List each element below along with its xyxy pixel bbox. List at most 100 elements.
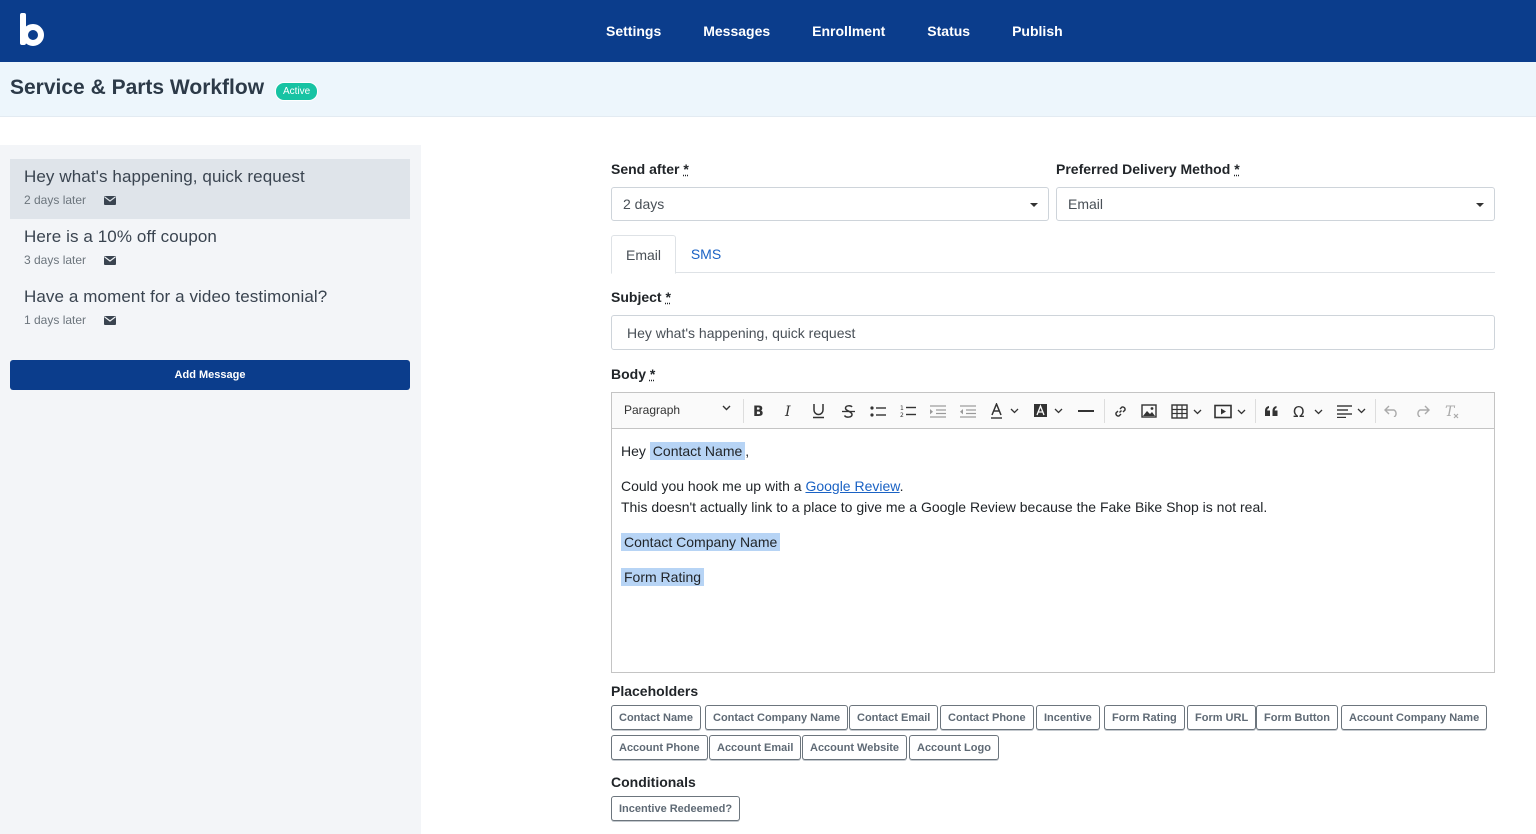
- text-align-icon[interactable]: [1336, 402, 1370, 420]
- placeholder-chip-account-email[interactable]: Account Email: [709, 735, 802, 760]
- table-icon[interactable]: [1171, 402, 1205, 420]
- message-meta: 3 days later: [24, 253, 396, 267]
- svg-text:1: 1: [900, 405, 904, 412]
- toolbar-separator: [1375, 399, 1376, 423]
- remove-format-icon[interactable]: T: [1444, 402, 1460, 420]
- send-after-label: Send after *: [611, 161, 689, 177]
- conditionals-label: Conditionals: [611, 774, 696, 790]
- placeholder-token[interactable]: Contact Company Name: [621, 533, 781, 551]
- rich-text-editor: Paragraph B I 12 Ω T Hey Contact Name, C…: [611, 392, 1495, 673]
- line1-suffix: .: [899, 478, 904, 494]
- placeholder-chip-form-button[interactable]: Form Button: [1256, 705, 1338, 730]
- send-after-value: 2 days: [623, 196, 665, 212]
- message-title: Here is a 10% off coupon: [24, 227, 217, 246]
- redo-icon[interactable]: [1414, 402, 1430, 420]
- placeholder-chip-account-website[interactable]: Account Website: [802, 735, 908, 760]
- comma-text: ,: [745, 443, 750, 459]
- link-icon[interactable]: [1112, 402, 1128, 420]
- svg-text:B: B: [753, 404, 764, 418]
- message-meta: 2 days later: [24, 193, 396, 207]
- indent-icon[interactable]: [930, 402, 946, 420]
- send-after-label-text: Send after: [611, 161, 680, 177]
- strikethrough-icon[interactable]: [841, 402, 855, 420]
- message-meta: 1 days later: [24, 313, 396, 327]
- envelope-icon: [104, 255, 117, 265]
- nav-status[interactable]: Status: [927, 23, 970, 39]
- placeholder-token[interactable]: Form Rating: [621, 568, 705, 586]
- highlight-color-icon[interactable]: [1034, 402, 1068, 420]
- bulleted-list-icon[interactable]: [870, 402, 886, 420]
- undo-icon[interactable]: [1384, 402, 1400, 420]
- toolbar-separator: [743, 399, 744, 423]
- placeholder-chip-form-rating[interactable]: Form Rating: [1104, 705, 1185, 730]
- delivery-method-label-text: Preferred Delivery Method: [1056, 161, 1231, 177]
- message-list-item[interactable]: Hey what's happening, quick request 2 da…: [10, 159, 410, 219]
- tab-email[interactable]: Email: [611, 235, 676, 274]
- chevron-down-icon: [1476, 203, 1484, 207]
- add-message-button[interactable]: Add Message: [10, 360, 410, 390]
- editor-greeting-line: Hey Contact Name,: [621, 441, 749, 462]
- placeholder-chip-form-url[interactable]: Form URL: [1187, 705, 1257, 730]
- nav-publish[interactable]: Publish: [1012, 23, 1063, 39]
- message-list-item[interactable]: Here is a 10% off coupon 3 days later: [10, 219, 410, 279]
- message-delay: 1 days later: [24, 313, 87, 327]
- nav-settings[interactable]: Settings: [606, 23, 661, 39]
- editor-line: This doesn't actually link to a place to…: [621, 499, 1268, 515]
- greeting-text: Hey: [621, 443, 646, 459]
- placeholder-chip-contact-email[interactable]: Contact Email: [849, 705, 939, 730]
- brand-logo-icon[interactable]: [20, 13, 44, 47]
- chevron-down-icon[interactable]: [722, 405, 731, 411]
- horizontal-line-icon[interactable]: [1078, 402, 1094, 420]
- required-mark: *: [683, 161, 689, 177]
- underline-icon[interactable]: [811, 402, 825, 420]
- required-mark: *: [665, 289, 671, 305]
- nav-enrollment[interactable]: Enrollment: [812, 23, 885, 39]
- italic-icon[interactable]: I: [783, 402, 795, 420]
- tab-sms[interactable]: SMS: [677, 235, 735, 273]
- placeholder-chip-account-phone[interactable]: Account Phone: [611, 735, 708, 760]
- page-title: Service & Parts Workflow: [10, 76, 265, 99]
- toolbar-separator: [1104, 399, 1105, 423]
- required-mark: *: [649, 366, 656, 382]
- body-label: Body *: [611, 366, 655, 382]
- editor-line: Contact Company Name: [621, 532, 781, 553]
- image-icon[interactable]: [1141, 402, 1157, 420]
- numbered-list-icon[interactable]: 12: [900, 402, 916, 420]
- bold-icon[interactable]: B: [752, 402, 766, 420]
- placeholder-chip-contact-phone[interactable]: Contact Phone: [940, 705, 1034, 730]
- placeholder-chip-account-company-name[interactable]: Account Company Name: [1341, 705, 1488, 730]
- placeholder-chip-contact-name[interactable]: Contact Name: [611, 705, 701, 730]
- main-nav: Settings Messages Enrollment Status Publ…: [606, 0, 1105, 62]
- channel-tabs: Email SMS: [611, 235, 1495, 274]
- font-color-icon[interactable]: [990, 402, 1024, 420]
- chevron-down-icon: [1030, 203, 1038, 207]
- blockquote-icon[interactable]: [1263, 402, 1279, 420]
- svg-text:2: 2: [900, 412, 904, 418]
- media-embed-icon[interactable]: [1214, 402, 1248, 420]
- special-characters-icon[interactable]: Ω: [1293, 402, 1327, 420]
- placeholder-chip-incentive[interactable]: Incentive: [1036, 705, 1100, 730]
- send-after-select[interactable]: 2 days: [611, 187, 1049, 221]
- paragraph-style-dropdown[interactable]: Paragraph: [624, 403, 680, 417]
- editor-toolbar: Paragraph B I 12 Ω T: [612, 393, 1494, 429]
- placeholders-label: Placeholders: [611, 683, 699, 699]
- toolbar-separator: [1255, 399, 1256, 423]
- placeholder-chip-account-logo[interactable]: Account Logo: [909, 735, 999, 760]
- delivery-method-select[interactable]: Email: [1056, 187, 1495, 221]
- message-title: Have a moment for a video testimonial?: [24, 287, 328, 306]
- outdent-icon[interactable]: [960, 402, 976, 420]
- message-delay: 2 days later: [24, 193, 87, 207]
- top-navbar: Settings Messages Enrollment Status Publ…: [0, 0, 1536, 62]
- google-review-link[interactable]: Google Review: [805, 478, 899, 494]
- placeholder-token[interactable]: Contact Name: [649, 442, 746, 460]
- subject-input[interactable]: [611, 315, 1495, 350]
- nav-messages[interactable]: Messages: [703, 23, 770, 39]
- placeholder-chip-contact-company-name[interactable]: Contact Company Name: [705, 705, 849, 730]
- status-badge: Active: [275, 82, 319, 101]
- delivery-method-label: Preferred Delivery Method *: [1056, 161, 1240, 177]
- subject-label: Subject *: [611, 289, 671, 305]
- editor-line: Could you hook me up with a Google Revie…: [621, 476, 904, 497]
- message-list-item[interactable]: Have a moment for a video testimonial? 1…: [10, 279, 410, 339]
- body-label-text: Body: [611, 366, 646, 382]
- conditional-chip-incentive-redeemed[interactable]: Incentive Redeemed?: [611, 796, 741, 821]
